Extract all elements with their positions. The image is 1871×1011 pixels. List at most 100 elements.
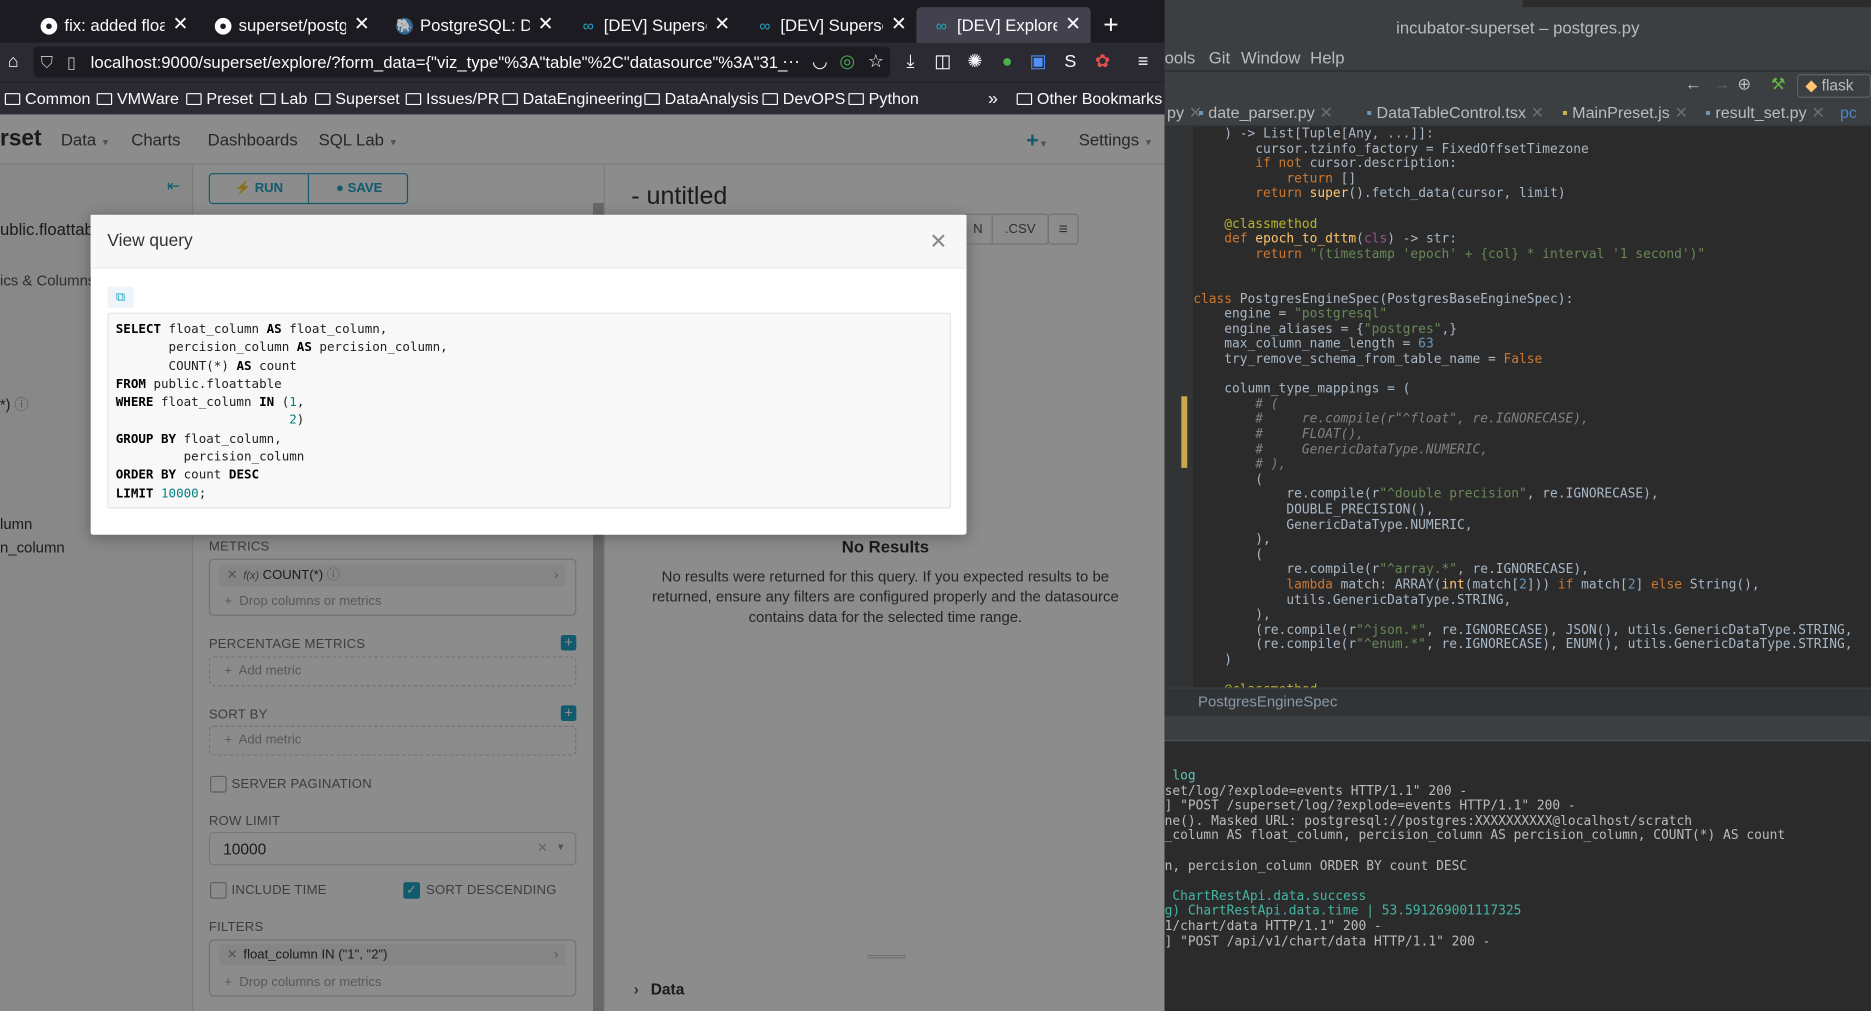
home-icon[interactable]: ⌂	[0, 43, 26, 81]
editor-tab[interactable]: ▪ DataTableControl.tsx ✕	[1366, 100, 1544, 126]
sql-token: SELECT	[115, 322, 162, 337]
menu-help[interactable]: Help	[1310, 45, 1344, 69]
close-tab-icon[interactable]: ✕	[1675, 104, 1688, 122]
menu-window[interactable]: Window	[1241, 45, 1300, 69]
code-token: try_remove_schema_from_table_name =	[1193, 350, 1504, 367]
browser-tab-active[interactable]: ∞ [DEV] Explore - fl ✕	[916, 7, 1091, 43]
menu-tools[interactable]: ools	[1165, 45, 1196, 69]
code-editor[interactable]: ) -> List[Tuple[Any, ...]]: cursor.tzinf…	[1193, 127, 1871, 688]
browser-window: ● fix: added float su ✕ ● superset/postg…	[0, 0, 1165, 1011]
close-icon[interactable]: ✕	[929, 229, 947, 254]
close-tab-icon[interactable]: ✕	[1065, 7, 1081, 43]
extension-icon[interactable]: S	[1057, 43, 1083, 81]
pocket-icon[interactable]: ◡	[807, 43, 833, 81]
close-tab-icon[interactable]: ✕	[714, 7, 730, 43]
sql-token: float_column	[161, 322, 267, 337]
bookmark-folder[interactable]: Issues/PR	[405, 82, 499, 115]
sql-token: ,	[296, 395, 305, 410]
code-token: def	[1193, 230, 1256, 247]
sql-token: AS	[236, 358, 252, 374]
back-icon[interactable]: ←	[1685, 74, 1702, 93]
extension-icon[interactable]: ●	[994, 43, 1020, 81]
shield-icon: ⛉	[40, 52, 54, 72]
new-tab-icon[interactable]: +	[1095, 7, 1126, 43]
sql-token: float_column,	[176, 431, 282, 447]
python-file-icon: ▪	[1198, 103, 1204, 122]
sidebar-icon[interactable]: ◫	[930, 43, 956, 81]
bookmark-folder[interactable]: Python	[848, 82, 919, 115]
url-bar[interactable]: ⛉ ▯ localhost:9000/superset/explore/?for…	[33, 46, 891, 78]
tab-label: py	[1166, 103, 1185, 122]
sql-line: LIMIT 10000;	[116, 485, 448, 503]
code-token: else	[1651, 576, 1690, 593]
browser-tab[interactable]: ∞ [DEV] Superset ✕	[740, 7, 917, 43]
folder-icon	[96, 93, 113, 106]
editor-tab-active[interactable]: pc	[1840, 100, 1857, 126]
change-marker	[1181, 396, 1188, 468]
more-bookmarks-icon[interactable]: »	[988, 82, 998, 115]
menu-icon[interactable]: ≡	[1130, 43, 1156, 81]
modal-title: View query	[107, 231, 193, 251]
build-icon[interactable]: ⚒	[1771, 74, 1786, 94]
editor-tab[interactable]: py ✕	[1167, 100, 1202, 126]
menu-git[interactable]: Git	[1209, 45, 1230, 69]
bookmark-star-icon[interactable]: ☆	[863, 43, 889, 81]
run-config-select[interactable]: ◆ flask	[1797, 74, 1871, 98]
bookmark-folder[interactable]: Common	[4, 82, 90, 115]
code-line: column_type_mappings = (	[1193, 381, 1410, 397]
other-bookmarks[interactable]: Other Bookmarks	[1016, 82, 1162, 115]
code-line: ),	[1193, 531, 1271, 547]
browser-tab[interactable]: ∞ [DEV] Superset ✕	[563, 7, 740, 43]
code-line: (	[1193, 471, 1263, 487]
console-line: _column AS float_column, percision_colum…	[1165, 828, 1786, 844]
browser-tab[interactable]: 🐘 PostgreSQL: Doc ✕	[379, 7, 563, 43]
code-token: (re.compile(r	[1193, 636, 1357, 653]
translate-icon[interactable]: ▣	[1025, 43, 1051, 81]
extension-icon[interactable]: ◎	[834, 43, 860, 81]
bookmark-folder[interactable]: DataEngineering	[502, 82, 643, 115]
sql-token: percision_column,	[311, 340, 448, 355]
tab-label: date_parser.py	[1208, 103, 1315, 122]
code-token: , re.IGNORECASE), ENUM(), utils.GenericD…	[1425, 636, 1853, 653]
close-tab-icon[interactable]: ✕	[173, 7, 189, 43]
sql-token: count	[251, 358, 297, 374]
browser-tab[interactable]: ● fix: added float su ✕	[24, 7, 198, 43]
sql-line: percision_column AS percision_column,	[116, 339, 448, 357]
bookmark-folder[interactable]: DevOPS	[762, 82, 845, 115]
close-tab-icon[interactable]: ✕	[891, 7, 907, 43]
console-line: ChartRestApi.data.success	[1165, 888, 1366, 904]
sql-token: ;	[198, 486, 207, 501]
bookmark-folder[interactable]: Preset	[186, 82, 253, 115]
code-line: cursor.tzinfo_factory = FixedOffsetTimez…	[1193, 140, 1589, 156]
bookmark-folder[interactable]: Lab	[260, 82, 307, 115]
sql-token: 10000	[161, 486, 199, 501]
extension-icon[interactable]: ✿	[1089, 43, 1115, 81]
editor-breadcrumb[interactable]: PostgresEngineSpec	[1198, 693, 1337, 710]
folder-icon	[644, 93, 660, 106]
sql-token: )	[296, 413, 305, 428]
browser-tab[interactable]: ● superset/postgre ✕	[198, 7, 379, 43]
code-line: max_column_name_length = 63	[1193, 336, 1433, 352]
editor-tab[interactable]: ▪ MainPreset.js ✕	[1562, 100, 1688, 126]
extension-icon[interactable]: ✺	[962, 43, 988, 81]
code-line: # GenericDataType.NUMERIC,	[1193, 441, 1488, 457]
code-line: def epoch_to_dttm(cls) -> str:	[1193, 231, 1457, 247]
copy-icon[interactable]: ⧉	[107, 286, 134, 308]
forward-icon[interactable]: →	[1713, 74, 1730, 93]
console-line: ] "POST /superset/log/?explode=events HT…	[1165, 798, 1576, 814]
close-tab-icon[interactable]: ✕	[354, 7, 370, 43]
bookmark-folder[interactable]: VMWare	[96, 82, 179, 115]
bookmark-folder[interactable]: DataAnalysis	[644, 82, 759, 115]
target-icon[interactable]: ⊕	[1737, 74, 1751, 94]
download-icon[interactable]: ⤓	[897, 43, 923, 81]
close-tab-icon[interactable]: ✕	[538, 7, 554, 43]
bookmark-folder[interactable]: Superset	[315, 82, 400, 115]
editor-tab[interactable]: ▪ result_set.py ✕	[1705, 100, 1825, 126]
close-tab-icon[interactable]: ✕	[1531, 104, 1544, 122]
close-tab-icon[interactable]: ✕	[1811, 104, 1824, 122]
editor-tab[interactable]: ▪ date_parser.py ✕	[1198, 100, 1333, 126]
modal-header: View query ✕	[90, 214, 967, 269]
more-actions-icon[interactable]: ···	[778, 43, 804, 81]
code-line: # ),	[1193, 456, 1286, 472]
close-tab-icon[interactable]: ✕	[1320, 104, 1333, 122]
